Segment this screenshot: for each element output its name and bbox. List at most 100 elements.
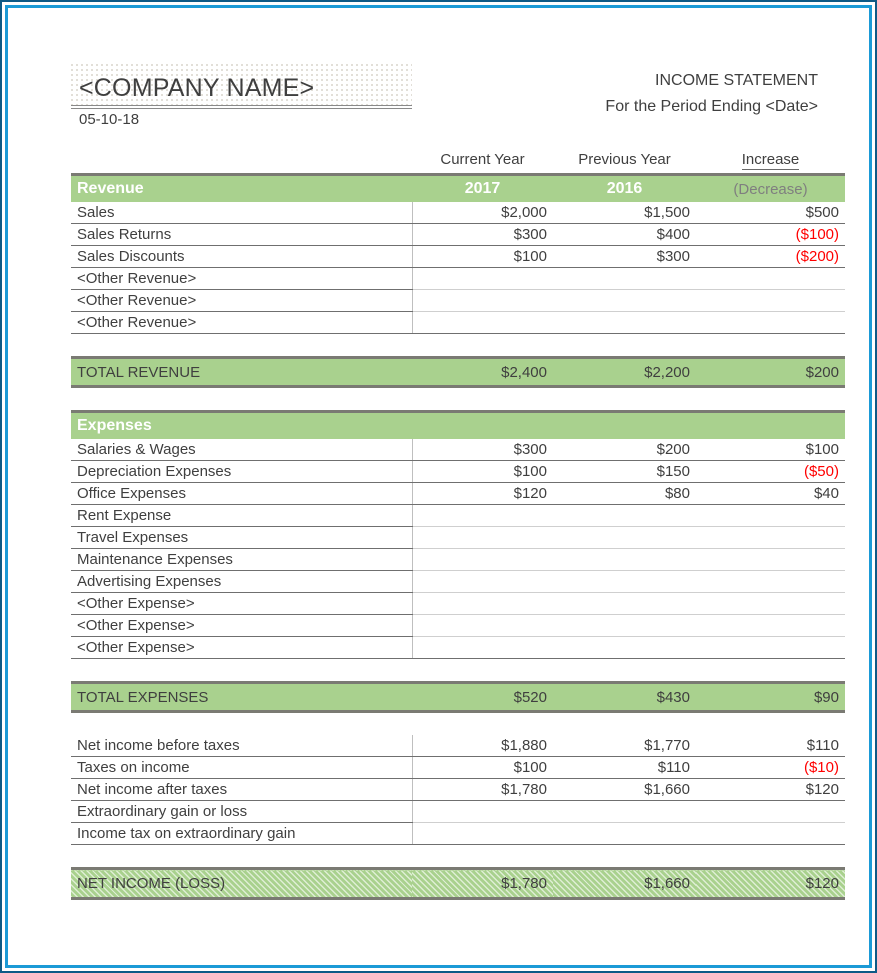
- table-row[interactable]: Salaries & Wages $300 $200 $100: [71, 439, 845, 461]
- row-current: [412, 822, 553, 845]
- table-row[interactable]: <Other Revenue>: [71, 289, 845, 312]
- worksheet-canvas: <COMPANY NAME> 05-10-18 INCOME STATEMENT…: [17, 17, 860, 956]
- income-statement-table: Current Year Previous Year Increase Reve…: [71, 147, 845, 900]
- row-previous: $1,500: [553, 202, 696, 224]
- row-label: Depreciation Expenses: [71, 460, 413, 483]
- row-change: [696, 822, 845, 845]
- row-change: [696, 800, 845, 823]
- table-row[interactable]: Sales $2,000 $1,500 $500: [71, 202, 845, 224]
- table-row[interactable]: Advertising Expenses: [71, 570, 845, 593]
- row-previous: $400: [553, 223, 696, 246]
- column-header-previous-year: Previous Year: [578, 150, 671, 168]
- row-label: Maintenance Expenses: [71, 548, 413, 571]
- row-spacer: [71, 386, 845, 412]
- grand-total-current: $1,780: [412, 867, 553, 900]
- row-label: Sales Returns: [71, 223, 413, 246]
- row-spacer: [71, 711, 845, 735]
- row-spacer: [71, 844, 845, 869]
- row-label: <Other Revenue>: [71, 311, 413, 334]
- row-current: [412, 800, 553, 823]
- row-previous: $300: [553, 245, 696, 268]
- row-label: Extraordinary gain or loss: [71, 800, 413, 823]
- table-row[interactable]: <Other Expense>: [71, 636, 845, 659]
- table-row[interactable]: Taxes on income $100 $110 ($10): [71, 756, 845, 779]
- row-current: [412, 592, 553, 615]
- row-current: [412, 526, 553, 549]
- table-row[interactable]: Travel Expenses: [71, 526, 845, 549]
- row-change: ($50): [696, 460, 845, 483]
- row-previous: [553, 526, 696, 549]
- statement-title: INCOME STATEMENT: [655, 72, 818, 89]
- table-row[interactable]: Net income after taxes $1,780 $1,660 $12…: [71, 778, 845, 801]
- row-current: $100: [412, 460, 553, 483]
- table-row[interactable]: Extraordinary gain or loss: [71, 800, 845, 823]
- table-row[interactable]: Net income before taxes $1,880 $1,770 $1…: [71, 735, 845, 757]
- table-row[interactable]: <Other Revenue>: [71, 267, 845, 290]
- section-header-blank-change: [696, 410, 845, 439]
- statement-title-block: INCOME STATEMENT For the Period Ending <…: [605, 68, 818, 120]
- section-title-revenue: Revenue: [71, 173, 412, 202]
- row-change: [696, 504, 845, 527]
- section-year-previous: 2016: [553, 173, 696, 202]
- table-row[interactable]: <Other Expense>: [71, 592, 845, 615]
- total-previous: $430: [553, 681, 696, 713]
- row-label: Net income before taxes: [71, 735, 413, 757]
- row-current: $1,880: [412, 735, 553, 757]
- table-row[interactable]: Sales Discounts $100 $300 ($200): [71, 245, 845, 268]
- company-name-underline: [71, 108, 412, 109]
- table-row[interactable]: Depreciation Expenses $100 $150 ($50): [71, 460, 845, 483]
- row-label: Sales: [71, 202, 413, 224]
- grand-total-change: $120: [696, 867, 845, 900]
- row-label: <Other Revenue>: [71, 289, 413, 312]
- table-row[interactable]: Sales Returns $300 $400 ($100): [71, 223, 845, 246]
- table-row[interactable]: <Other Revenue>: [71, 311, 845, 334]
- grand-total-previous: $1,660: [553, 867, 696, 900]
- row-label: Salaries & Wages: [71, 439, 413, 461]
- column-header-increase: Increase: [696, 147, 845, 175]
- total-row-expenses: TOTAL EXPENSES $520 $430 $90: [71, 681, 845, 713]
- page-frame-inner-border: <COMPANY NAME> 05-10-18 INCOME STATEMENT…: [5, 5, 872, 968]
- table-row[interactable]: Maintenance Expenses: [71, 548, 845, 571]
- row-change: $110: [696, 735, 845, 757]
- row-label: Income tax on extraordinary gain: [71, 822, 413, 845]
- table-row[interactable]: Rent Expense: [71, 504, 845, 527]
- section-header-revenue: Revenue 2017 2016 (Decrease): [71, 173, 845, 202]
- total-change: $200: [696, 356, 845, 388]
- section-decrease-label: (Decrease): [696, 173, 845, 202]
- row-current: $100: [412, 756, 553, 779]
- row-change: $40: [696, 482, 845, 505]
- row-previous: [553, 548, 696, 571]
- row-change: [696, 570, 845, 593]
- total-current: $2,400: [412, 356, 553, 388]
- company-name-cell[interactable]: <COMPANY NAME>: [71, 64, 412, 106]
- row-label: <Other Expense>: [71, 592, 413, 615]
- table-row[interactable]: Office Expenses $120 $80 $40: [71, 482, 845, 505]
- row-previous: [553, 592, 696, 615]
- row-change: [696, 548, 845, 571]
- row-previous: [553, 822, 696, 845]
- total-label: TOTAL REVENUE: [71, 356, 412, 388]
- row-previous: $1,770: [553, 735, 696, 757]
- row-previous: $110: [553, 756, 696, 779]
- total-change: $90: [696, 681, 845, 713]
- row-spacer: [71, 658, 845, 683]
- table-row[interactable]: Income tax on extraordinary gain: [71, 822, 845, 845]
- company-name: <COMPANY NAME>: [79, 74, 315, 102]
- row-current: [412, 504, 553, 527]
- column-header-row: Current Year Previous Year Increase: [71, 147, 845, 175]
- row-label: <Other Expense>: [71, 614, 413, 637]
- row-label: Sales Discounts: [71, 245, 413, 268]
- total-label: TOTAL EXPENSES: [71, 681, 412, 713]
- table-row[interactable]: <Other Expense>: [71, 614, 845, 637]
- row-change: [696, 289, 845, 312]
- row-change: ($200): [696, 245, 845, 268]
- row-previous: [553, 636, 696, 659]
- row-spacer: [71, 333, 845, 358]
- statement-date[interactable]: 05-10-18: [79, 111, 139, 128]
- section-header-blank-current: [412, 410, 553, 439]
- row-change: [696, 267, 845, 290]
- row-change: ($100): [696, 223, 845, 246]
- statement-grid: Current Year Previous Year Increase Reve…: [71, 147, 845, 900]
- row-change: [696, 526, 845, 549]
- row-current: $2,000: [412, 202, 553, 224]
